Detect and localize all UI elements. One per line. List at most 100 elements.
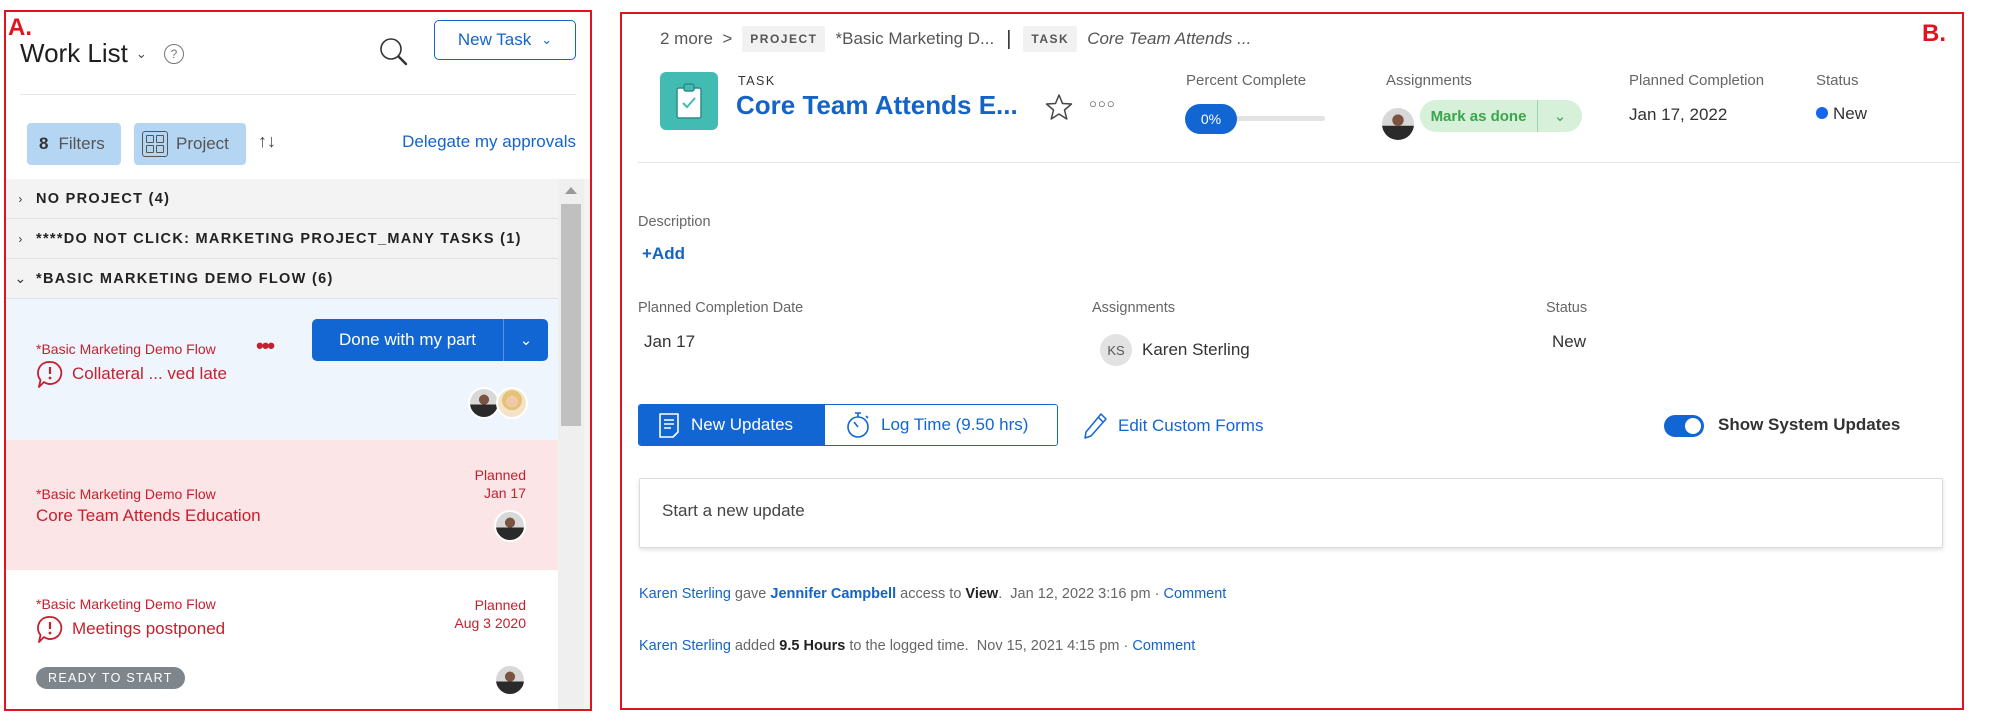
more-options-icon[interactable]: ••• <box>256 333 275 359</box>
feed-actor-link[interactable]: Karen Sterling <box>639 638 731 654</box>
search-icon[interactable] <box>378 36 410 68</box>
star-icon[interactable] <box>1044 92 1074 122</box>
breadcrumb-project-pill: PROJECT <box>742 26 826 52</box>
done-with-my-part-button[interactable]: Done with my part ⌄ <box>312 319 548 361</box>
chevron-down-icon: ⌄ <box>135 45 147 61</box>
group-label: ****DO NOT CLICK: MARKETING PROJECT_MANY… <box>36 230 522 247</box>
feed-text: to the logged time. <box>849 638 969 654</box>
show-system-updates-toggle[interactable] <box>1664 415 1704 437</box>
work-list-title: Work List <box>20 38 128 68</box>
assignee-name[interactable]: Karen Sterling <box>1142 340 1250 360</box>
planned-completion-label: Planned Completion <box>1629 72 1765 89</box>
breadcrumb-separator: | <box>1006 27 1012 50</box>
feed-object: View <box>965 586 999 602</box>
sort-icon[interactable]: ↑↓ <box>258 131 276 152</box>
feed-text: access to <box>900 586 962 602</box>
chevron-down-icon[interactable]: ⌄ <box>1538 107 1582 125</box>
status-value[interactable]: New <box>1816 104 1867 124</box>
group-row-basic-marketing[interactable]: ⌄ *BASIC MARKETING DEMO FLOW (6) <box>6 259 558 299</box>
feed-comment-link[interactable]: Comment <box>1163 586 1226 602</box>
breadcrumb-project-link[interactable]: *Basic Marketing D... <box>835 29 994 49</box>
more-options-icon[interactable]: ○○○ <box>1089 96 1116 111</box>
show-system-updates-label: Show System Updates <box>1718 415 1901 434</box>
chevron-right-icon: › <box>18 191 24 206</box>
help-icon[interactable]: ? <box>164 44 184 64</box>
assignee-avatar <box>496 387 528 419</box>
feed-separator: · <box>1123 638 1129 654</box>
planned-label: Planned <box>474 467 526 483</box>
status-label: Status <box>1816 72 1859 89</box>
assignments-field-label: Assignments <box>1092 300 1176 316</box>
assignee-avatar <box>494 510 526 542</box>
add-description-link[interactable]: +Add <box>642 244 685 264</box>
status-text: New <box>1833 104 1868 123</box>
status-field-value[interactable]: New <box>1552 332 1586 352</box>
percent-complete-slider[interactable]: 0% <box>1185 104 1345 134</box>
tab-new-updates[interactable]: New Updates <box>639 405 825 445</box>
chevron-down-icon: ⌄ <box>541 32 553 47</box>
feed-item: Karen Sterling added 9.5 Hours to the lo… <box>639 638 1195 654</box>
new-update-input[interactable]: Start a new update <box>639 478 1943 548</box>
feed-actor-link[interactable]: Karen Sterling <box>639 586 731 602</box>
tab-label: Log Time (9.50 hrs) <box>881 415 1029 434</box>
planned-completion-value[interactable]: Jan 17, 2022 <box>1629 105 1727 125</box>
group-by-project-button[interactable]: Project <box>134 123 246 165</box>
filters-button[interactable]: 8 Filters <box>27 123 121 165</box>
edit-custom-forms-button[interactable]: Edit Custom Forms <box>1082 412 1263 440</box>
breadcrumb-more[interactable]: 2 more > <box>660 29 732 49</box>
status-dot-icon <box>1816 107 1828 119</box>
assignments-label: Assignments <box>1386 72 1472 89</box>
tab-log-time[interactable]: Log Time (9.50 hrs) <box>825 405 1057 445</box>
task-name-text: Meetings postponed <box>72 619 226 638</box>
planned-completion-date-label: Planned Completion Date <box>638 300 804 316</box>
feed-target-link[interactable]: Jennifer Campbell <box>770 586 896 602</box>
planned-completion-date-value[interactable]: Jan 17 <box>644 332 695 352</box>
mark-as-done-button[interactable]: Mark as done ⌄ <box>1420 100 1582 132</box>
task-list-item[interactable]: Planned Jan 17 *Basic Marketing Demo Flo… <box>6 440 558 570</box>
work-list: › NO PROJECT (4) › ****DO NOT CLICK: MAR… <box>6 179 590 710</box>
task-title[interactable]: Core Team Attends E... <box>736 90 1018 121</box>
work-list-title-dropdown[interactable]: Work List ⌄ <box>20 38 147 69</box>
chevron-down-icon[interactable]: ⌄ <box>504 319 548 361</box>
feed-text: . <box>998 586 1003 602</box>
task-list-item[interactable]: Planned Aug 3 2020 *Basic Marketing Demo… <box>6 570 558 710</box>
chevron-right-icon: › <box>18 231 24 246</box>
feed-comment-link[interactable]: Comment <box>1132 638 1195 654</box>
issue-alert-icon <box>37 616 63 643</box>
pencil-icon <box>1084 413 1107 439</box>
feed-timestamp: Jan 12, 2022 3:16 pm <box>1010 586 1151 602</box>
task-project-name: *Basic Marketing Demo Flow <box>36 596 216 612</box>
chevron-down-icon: ⌄ <box>14 270 28 286</box>
planned-date-value: Jan 17 <box>483 485 526 501</box>
header-divider <box>20 94 576 95</box>
group-row-marketing-many-tasks[interactable]: › ****DO NOT CLICK: MARKETING PROJECT_MA… <box>6 219 558 259</box>
filters-count: 8 <box>39 134 49 153</box>
feed-timestamp: Nov 15, 2021 4:15 pm <box>976 638 1120 654</box>
scrollbar[interactable] <box>558 179 584 710</box>
work-list-panel: Work List ⌄ ? New Task ⌄ 8 Filters Proje… <box>6 10 590 710</box>
edit-custom-forms-label: Edit Custom Forms <box>1118 416 1264 435</box>
delegate-approvals-link[interactable]: Delegate my approvals <box>386 132 576 152</box>
group-by-label: Project <box>176 134 229 153</box>
feed-item: Karen Sterling gave Jennifer Campbell ac… <box>639 586 1226 602</box>
scroll-up-arrow-icon[interactable] <box>565 187 577 194</box>
task-name: Meetings postponed <box>36 614 225 644</box>
task-project-name: *Basic Marketing Demo Flow <box>36 486 216 502</box>
group-row-no-project[interactable]: › NO PROJECT (4) <box>6 179 558 219</box>
updates-tabs: New Updates Log Time (9.50 hrs) <box>638 404 1058 446</box>
document-icon <box>659 413 679 438</box>
done-with-my-part-label: Done with my part <box>312 319 504 361</box>
new-task-button[interactable]: New Task ⌄ <box>434 20 576 60</box>
issue-alert-icon <box>37 361 63 388</box>
task-list-item[interactable]: Done with my part ⌄ *Basic Marketing Dem… <box>6 299 558 440</box>
planned-label: Planned <box>474 597 526 613</box>
new-task-label: New Task <box>457 30 532 49</box>
scrollbar-thumb[interactable] <box>561 204 581 426</box>
task-name-text: Collateral ... ved late <box>72 364 227 383</box>
description-label: Description <box>638 214 711 230</box>
filters-label: Filters <box>58 134 105 153</box>
object-type-label: TASK <box>738 74 776 88</box>
feed-text: gave <box>734 586 767 602</box>
feed-text: added <box>734 638 776 654</box>
breadcrumb-task-name: Core Team Attends ... <box>1087 29 1252 48</box>
